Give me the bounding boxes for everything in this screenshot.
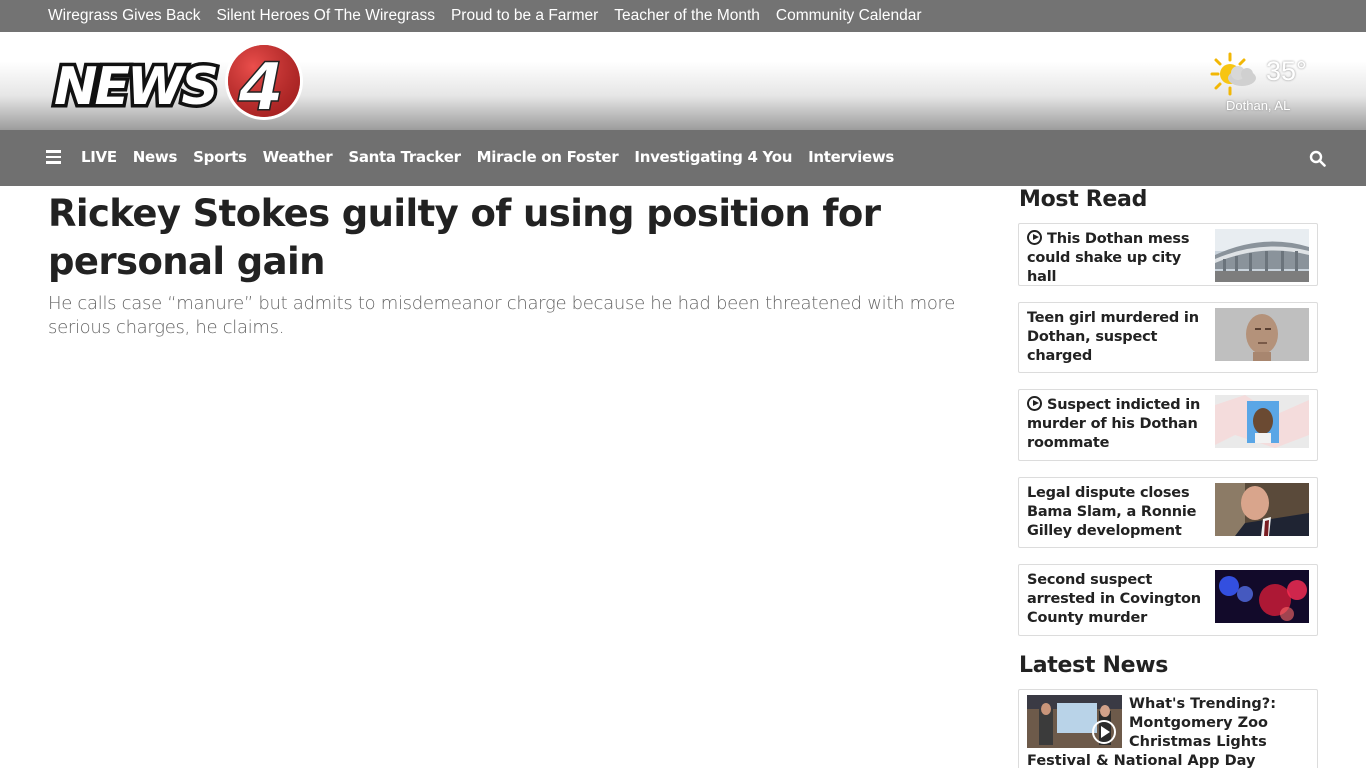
most-read-title: Second suspect arrested in Covington Cou… xyxy=(1027,572,1201,626)
most-read-title: Teen girl murdered in Dothan, suspect ch… xyxy=(1027,310,1199,364)
play-icon xyxy=(1027,396,1042,411)
weather-temperature: 35° xyxy=(1266,56,1307,86)
latest-news-title: What's Trending?: Montgomery Zoo Christm… xyxy=(1129,696,1277,750)
most-read-title: Suspect indicted in murder of his Dothan… xyxy=(1027,397,1201,451)
most-read-title: Legal dispute closes Bama Slam, a Ronnie… xyxy=(1027,485,1197,539)
topbar-link-community-calendar[interactable]: Community Calendar xyxy=(776,7,922,25)
most-read-title: This Dothan mess could shake up city hal… xyxy=(1027,231,1190,285)
main-nav: LIVE News Sports Weather Santa Tracker M… xyxy=(0,130,1366,186)
top-utility-bar: Wiregrass Gives Back Silent Heroes Of Th… xyxy=(0,0,1366,32)
nav-item-investigating-4-you[interactable]: Investigating 4 You xyxy=(634,148,792,166)
nav-item-santa-tracker[interactable]: Santa Tracker xyxy=(348,148,461,166)
police-lights-thumbnail xyxy=(1215,570,1309,623)
nav-item-live[interactable]: LIVE xyxy=(81,148,117,166)
topbar-link-wiregrass-gives-back[interactable]: Wiregrass Gives Back xyxy=(48,7,200,25)
latest-news-heading: Latest News xyxy=(1019,653,1169,678)
suspect-photo-thumbnail xyxy=(1215,395,1309,448)
article-subheadline: He calls case “manure” but admits to mis… xyxy=(48,293,956,338)
hamburger-menu-icon[interactable] xyxy=(46,150,61,164)
most-read-item[interactable]: Teen girl murdered in Dothan, suspect ch… xyxy=(1018,302,1318,373)
play-icon xyxy=(1027,230,1042,245)
topbar-link-teacher-month[interactable]: Teacher of the Month xyxy=(614,7,760,25)
topbar-link-silent-heroes[interactable]: Silent Heroes Of The Wiregrass xyxy=(216,7,435,25)
weather-widget[interactable]: 35° Dothan, AL xyxy=(1206,50,1322,116)
article-headline: Rickey Stokes guilty of using position f… xyxy=(48,192,881,283)
topbar-link-proud-farmer[interactable]: Proud to be a Farmer xyxy=(451,7,598,25)
most-read-item[interactable]: Second suspect arrested in Covington Cou… xyxy=(1018,564,1318,636)
weather-location: Dothan, AL xyxy=(1226,98,1291,113)
nav-item-news[interactable]: News xyxy=(133,148,178,166)
nav-item-interviews[interactable]: Interviews xyxy=(808,148,894,166)
svg-text:4: 4 xyxy=(237,49,284,122)
partly-sunny-icon xyxy=(1210,52,1256,96)
most-read-item[interactable]: Legal dispute closes Bama Slam, a Ronnie… xyxy=(1018,477,1318,548)
most-read-item[interactable]: Suspect indicted in murder of his Dothan… xyxy=(1018,389,1318,461)
mugshot-thumbnail xyxy=(1215,308,1309,361)
nav-item-miracle-on-foster[interactable]: Miracle on Foster xyxy=(477,148,619,166)
latest-news-item[interactable]: What's Trending?: Montgomery Zoo Christm… xyxy=(1018,689,1318,768)
video-thumbnail xyxy=(1027,695,1122,748)
most-read-item[interactable]: This Dothan mess could shake up city hal… xyxy=(1018,223,1318,286)
site-header: NEWS NEWS 4 35° Dothan, AL xyxy=(0,32,1366,130)
svg-text:NEWS: NEWS xyxy=(54,57,216,117)
search-icon[interactable] xyxy=(1309,150,1326,167)
most-read-heading: Most Read xyxy=(1019,187,1148,212)
news4-logo[interactable]: NEWS NEWS 4 xyxy=(48,40,308,127)
businessman-thumbnail xyxy=(1215,483,1309,536)
civic-center-thumbnail xyxy=(1215,229,1309,282)
nav-item-sports[interactable]: Sports xyxy=(193,148,247,166)
latest-news-title-continued: Festival & National App Day xyxy=(1027,753,1256,768)
nav-item-weather[interactable]: Weather xyxy=(263,148,333,166)
